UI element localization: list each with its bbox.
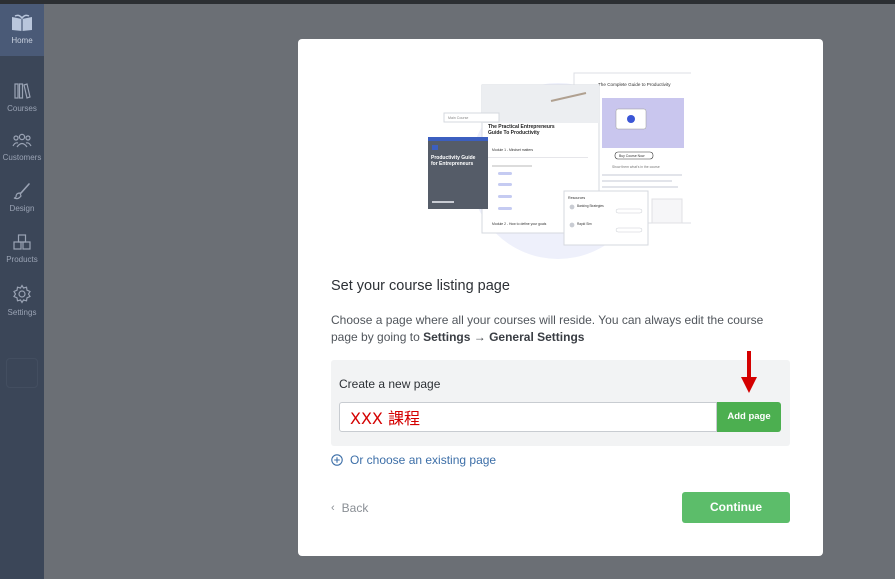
sidebar: Home Courses Customers Design Products S… <box>0 4 44 579</box>
sidebar-item-label: Settings <box>7 308 37 317</box>
modal-title: Set your course listing page <box>331 278 510 294</box>
sidebar-item-label: Products <box>6 255 38 264</box>
red-arrow-annotation-icon <box>741 351 757 393</box>
add-page-button[interactable]: Add page <box>717 402 781 432</box>
course-preview-illustration: The Complete Guide to Productivity Buy C… <box>428 72 691 259</box>
illus-card3-title: The Complete Guide to Productivity <box>598 82 671 87</box>
sidebar-item-label: Customers <box>2 153 42 162</box>
illus-card-productivity-guide: Productivity Guide for Entrepreneurs <box>428 137 488 209</box>
illus-card4-item1: Banking Strategies <box>577 204 604 208</box>
illus-card2-title: Productivity Guide for Entrepreneurs <box>431 155 476 167</box>
create-page-label: Create a new page <box>339 377 441 391</box>
settings-gear-icon <box>13 284 31 304</box>
sidebar-collapsed-widget[interactable] <box>6 358 38 388</box>
illus-card3-caption: Show them what's in the course <box>612 165 660 169</box>
courses-icon <box>14 83 31 99</box>
continue-button[interactable]: Continue <box>682 492 790 523</box>
products-icon <box>13 234 31 250</box>
back-label: Back <box>341 501 369 515</box>
top-bar <box>0 0 895 4</box>
illus-badge: Main Course <box>448 116 468 120</box>
illus-card3-button: Buy Course Now <box>619 154 645 158</box>
customers-icon <box>12 133 32 148</box>
sidebar-item-home[interactable]: Home <box>0 4 44 56</box>
sidebar-item-settings[interactable]: Settings <box>0 284 44 317</box>
chevron-left-icon: ‹ <box>331 502 335 514</box>
illus-card-resources: Resources Banking Strategies Rapid Sim <box>563 190 649 246</box>
sidebar-item-design[interactable]: Design <box>0 182 44 213</box>
illus-card4-title: Resources <box>568 196 585 200</box>
plus-circle-icon <box>331 454 343 466</box>
design-brush-icon <box>13 183 30 200</box>
course-listing-modal: The Complete Guide to Productivity Buy C… <box>298 39 823 556</box>
sidebar-item-courses[interactable]: Courses <box>0 82 44 113</box>
sidebar-item-label: Home <box>11 36 33 45</box>
choose-existing-label: Or choose an existing page <box>350 453 497 467</box>
back-button[interactable]: ‹ Back <box>331 501 368 515</box>
illus-card1-module1: Module 1 - Mindset matters <box>492 148 533 152</box>
illus-card1-module2: Module 2 - How to define your goals <box>492 222 547 226</box>
create-page-panel: Create a new page Add page <box>331 360 790 446</box>
sidebar-item-label: Design <box>9 204 35 213</box>
choose-existing-page-link[interactable]: Or choose an existing page <box>331 453 496 467</box>
settings-path: Settings → General Settings <box>423 330 585 344</box>
illus-card4-item2: Rapid Sim <box>577 222 592 226</box>
modal-description: Choose a page where all your courses wil… <box>331 312 791 346</box>
sidebar-item-label: Courses <box>7 104 37 113</box>
page-name-input[interactable] <box>339 402 717 432</box>
sidebar-item-customers[interactable]: Customers <box>0 133 44 162</box>
home-book-icon <box>12 14 32 31</box>
illus-card1-title: The Practical Entrepreneurs Guide To Pro… <box>488 124 555 136</box>
sidebar-item-products[interactable]: Products <box>0 233 44 264</box>
